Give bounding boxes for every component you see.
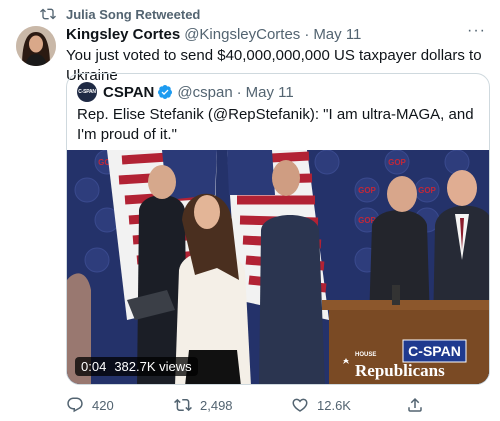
quoted-author-handle[interactable]: @cspan — [177, 84, 232, 101]
share-button[interactable] — [406, 396, 432, 414]
cspan-logo[interactable]: C-SPAN — [77, 82, 97, 102]
video-duration: 0:04 — [81, 359, 107, 374]
like-button[interactable]: 12.6K — [291, 396, 351, 414]
separator-dot: · — [236, 83, 242, 101]
retweet-icon — [174, 398, 192, 412]
backdrop-gop-text: GOP — [418, 186, 436, 195]
backdrop-gop-text: GOP — [388, 158, 406, 167]
verified-badge-icon — [158, 85, 173, 99]
tweet-action-bar: 420 2,498 12.6K — [66, 395, 490, 415]
like-icon — [292, 398, 308, 412]
separator-dot: · — [304, 25, 310, 43]
reply-button[interactable]: 420 — [66, 396, 114, 414]
backdrop-gop-text: GOP — [358, 186, 376, 195]
video-views: 382.7K views — [114, 359, 192, 374]
author-handle[interactable]: @KingsleyCortes — [184, 26, 300, 43]
cspan-overlay-logo: C-SPAN — [408, 343, 461, 359]
avatar[interactable] — [16, 26, 56, 66]
reply-icon — [67, 397, 83, 413]
quoted-tweet-card[interactable]: C-SPAN CSPAN @cspan · May 11 Rep. Elise … — [66, 73, 490, 385]
retweet-count: 2,498 — [200, 397, 233, 413]
quoted-author-name[interactable]: CSPAN — [103, 84, 154, 101]
like-count: 12.6K — [317, 397, 351, 413]
reply-count: 420 — [92, 397, 114, 413]
retweet-button[interactable]: 2,498 — [174, 396, 233, 414]
video-stats: 0:04 382.7K views — [75, 357, 198, 376]
video-player[interactable]: GOP GOP GOP GOP GOP GOP — [67, 150, 489, 384]
tweet-header: Kingsley Cortes @KingsleyCortes · May 11… — [66, 22, 486, 44]
author-name[interactable]: Kingsley Cortes — [66, 26, 180, 43]
retweet-banner: Julia Song Retweeted — [40, 5, 200, 23]
share-icon — [408, 397, 422, 412]
video-frame: GOP GOP GOP GOP GOP GOP — [67, 150, 489, 384]
more-icon[interactable]: ··· — [467, 22, 486, 40]
quoted-tweet-date[interactable]: May 11 — [246, 84, 294, 101]
podium-large-text: Republicans — [355, 361, 445, 380]
retweet-icon — [40, 8, 56, 20]
quoted-tweet-text: Rep. Elise Stefanik (@RepStefanik): "I a… — [77, 106, 474, 143]
retweet-banner-text: Julia Song Retweeted — [66, 6, 201, 22]
tweet-date[interactable]: May 11 — [313, 26, 361, 43]
podium-small-text: HOUSE — [355, 352, 376, 358]
quoted-tweet-header: C-SPAN CSPAN @cspan · May 11 — [77, 82, 294, 102]
